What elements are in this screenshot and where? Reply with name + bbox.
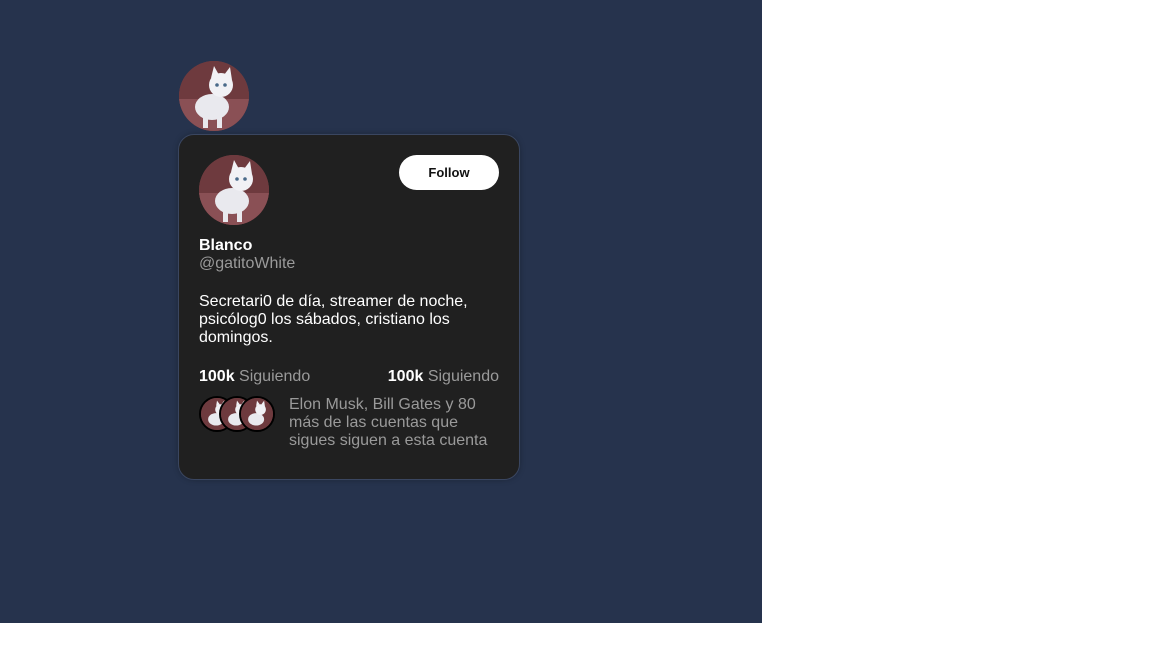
display-name[interactable]: Blanco bbox=[199, 237, 252, 255]
kitten-avatar-icon bbox=[199, 155, 269, 225]
profile-bio: Secretari0 de día, streamer de noche, ps… bbox=[199, 293, 468, 346]
following-count: 100k bbox=[387, 368, 424, 385]
mutual-follower-avatar[interactable] bbox=[239, 396, 275, 432]
user-handle[interactable]: @gatitoWhite bbox=[199, 255, 295, 273]
kitten-avatar-icon bbox=[241, 398, 273, 430]
kitten-avatar-icon bbox=[179, 61, 249, 131]
follow-button[interactable]: Follow bbox=[399, 155, 499, 190]
following-label: Siguiendo bbox=[427, 368, 499, 385]
following-stat-right[interactable]: 100k Siguiendo bbox=[388, 368, 499, 386]
mutual-followers-text[interactable]: Elon Musk, Bill Gates y 80 más de las cu… bbox=[289, 396, 499, 450]
profile-avatar[interactable] bbox=[199, 155, 269, 225]
following-label: Siguiendo bbox=[239, 368, 311, 385]
following-stat-left[interactable]: 100k Siguiendo bbox=[199, 368, 310, 386]
following-count: 100k bbox=[199, 368, 235, 385]
page-background: Follow Blanco @gatitoWhite Secretari0 de… bbox=[0, 0, 762, 623]
profile-hover-card: Follow Blanco @gatitoWhite Secretari0 de… bbox=[178, 134, 520, 480]
hover-trigger-avatar[interactable] bbox=[179, 61, 249, 131]
